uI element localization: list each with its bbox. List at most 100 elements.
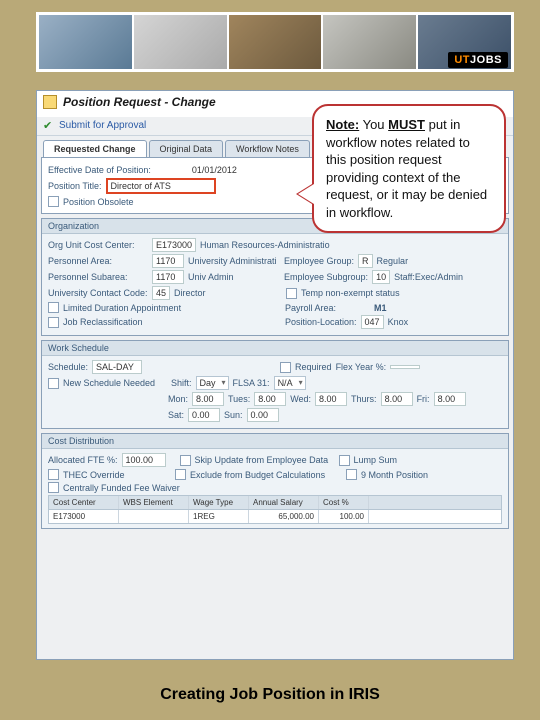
position-location-desc: Knox — [388, 317, 409, 327]
tab-requested-change[interactable]: Requested Change — [43, 140, 147, 157]
nine-month-checkbox[interactable] — [346, 469, 357, 480]
temp-nonexempt-checkbox[interactable] — [286, 288, 297, 299]
lump-sum-checkbox[interactable] — [339, 455, 350, 466]
univ-contact-desc: Director — [174, 288, 282, 298]
schedule-label: Schedule: — [48, 362, 88, 372]
univ-contact-input[interactable]: 45 — [152, 286, 170, 300]
organization-panel: Organization Org Unit Cost Center: E1730… — [41, 218, 509, 336]
col-wbs: WBS Element — [119, 496, 189, 509]
cost-distribution-section-title: Cost Distribution — [42, 434, 508, 449]
position-obsolete-checkbox[interactable] — [48, 196, 59, 207]
payroll-area-value: M1 — [374, 303, 387, 313]
limited-duration-checkbox[interactable] — [48, 302, 59, 313]
position-title-input[interactable]: Director of ATS — [106, 178, 216, 194]
col-cost-center: Cost Center — [49, 496, 119, 509]
shift-label: Shift: — [171, 378, 192, 388]
temp-nonexempt-label: Temp non-exempt status — [301, 288, 400, 298]
cost-grid-row[interactable]: E173000 1REG 65,000.00 100.00 — [48, 510, 502, 524]
banner-photo — [39, 15, 132, 69]
thec-override-checkbox[interactable] — [48, 469, 59, 480]
employee-subgroup-label: Employee Subgroup: — [284, 272, 368, 282]
fri-input[interactable]: 8.00 — [434, 392, 466, 406]
cell-cost-pct[interactable]: 100.00 — [319, 510, 369, 523]
thec-override-label: THEC Override — [63, 470, 171, 480]
employee-group-input[interactable]: R — [358, 254, 373, 268]
banner-photo — [229, 15, 322, 69]
centrally-funded-checkbox[interactable] — [48, 482, 59, 493]
col-wage-type: Wage Type — [189, 496, 249, 509]
org-unit-input[interactable]: E173000 — [152, 238, 196, 252]
job-reclass-label: Job Reclassification — [63, 317, 281, 327]
position-obsolete-label: Position Obsolete — [63, 197, 134, 207]
shift-select[interactable]: Day — [196, 376, 229, 390]
employee-subgroup-input[interactable]: 10 — [372, 270, 390, 284]
personnel-area-label: Personnel Area: — [48, 256, 148, 266]
required-label: Required — [295, 362, 332, 372]
org-unit-label: Org Unit Cost Center: — [48, 240, 148, 250]
flex-year-input[interactable] — [390, 365, 420, 369]
personnel-area-input[interactable]: 1170 — [152, 254, 184, 268]
limited-duration-label: Limited Duration Appointment — [63, 303, 281, 313]
wed-input[interactable]: 8.00 — [315, 392, 347, 406]
exclude-budget-label: Exclude from Budget Calculations — [190, 470, 342, 480]
skip-update-checkbox[interactable] — [180, 455, 191, 466]
wed-label: Wed: — [290, 394, 311, 404]
payroll-area-label: Payroll Area: — [285, 303, 336, 313]
flsa-select[interactable]: N/A — [274, 376, 306, 390]
job-reclass-checkbox[interactable] — [48, 317, 59, 328]
new-schedule-checkbox[interactable] — [48, 378, 59, 389]
work-schedule-section-title: Work Schedule — [42, 341, 508, 356]
fri-label: Fri: — [417, 394, 430, 404]
sun-input[interactable]: 0.00 — [247, 408, 279, 422]
sat-label: Sat: — [168, 410, 184, 420]
employee-group-label: Employee Group: — [284, 256, 354, 266]
personnel-area-desc: University Administrati — [188, 256, 280, 266]
note-label: Note: — [326, 117, 359, 132]
cell-annual-salary[interactable]: 65,000.00 — [249, 510, 319, 523]
employee-group-desc: Regular — [377, 256, 409, 266]
cost-grid-header: Cost Center WBS Element Wage Type Annual… — [48, 495, 502, 510]
org-unit-desc: Human Resources-Administratio — [200, 240, 330, 250]
document-icon — [43, 95, 57, 109]
tab-original-data[interactable]: Original Data — [149, 140, 224, 157]
personnel-subarea-input[interactable]: 1170 — [152, 270, 184, 284]
required-checkbox[interactable] — [280, 362, 291, 373]
note-text-before: You — [359, 117, 388, 132]
sun-label: Sun: — [224, 410, 243, 420]
submit-approval-link[interactable]: Submit for Approval — [59, 120, 146, 131]
col-cost-pct: Cost % — [319, 496, 369, 509]
sat-input[interactable]: 0.00 — [188, 408, 220, 422]
tue-label: Tues: — [228, 394, 250, 404]
schedule-input[interactable]: SAL-DAY — [92, 360, 142, 374]
cell-wage-type[interactable]: 1REG — [189, 510, 249, 523]
work-schedule-panel: Work Schedule Schedule: SAL-DAY Required… — [41, 340, 509, 429]
personnel-subarea-label: Personnel Subarea: — [48, 272, 148, 282]
cost-distribution-panel: Cost Distribution Allocated FTE %: 100.0… — [41, 433, 509, 529]
flsa-label: FLSA 31: — [233, 378, 270, 388]
note-callout: Note: You MUST put in workflow notes rel… — [312, 104, 506, 233]
cell-wbs[interactable] — [119, 510, 189, 523]
position-title-label: Position Title: — [48, 181, 102, 191]
note-must: MUST — [388, 117, 425, 132]
slide-caption: Creating Job Position in IRIS — [0, 686, 540, 704]
tue-input[interactable]: 8.00 — [254, 392, 286, 406]
skip-update-label: Skip Update from Employee Data — [195, 455, 335, 465]
tab-workflow-notes[interactable]: Workflow Notes — [225, 140, 310, 157]
allocated-fte-label: Allocated FTE %: — [48, 455, 118, 465]
mon-label: Mon: — [168, 394, 188, 404]
page-title: Position Request - Change — [63, 95, 216, 109]
col-annual-salary: Annual Salary — [249, 496, 319, 509]
effective-date-value: 01/01/2012 — [189, 164, 240, 176]
banner-photo — [134, 15, 227, 69]
flex-year-label: Flex Year %: — [336, 362, 387, 372]
personnel-subarea-desc: Univ Admin — [188, 272, 280, 282]
banner-photo — [323, 15, 416, 69]
mon-input[interactable]: 8.00 — [192, 392, 224, 406]
note-text-after: put in workflow notes related to this po… — [326, 117, 487, 220]
allocated-fte-input[interactable]: 100.00 — [122, 453, 166, 467]
exclude-budget-checkbox[interactable] — [175, 469, 186, 480]
thu-input[interactable]: 8.00 — [381, 392, 413, 406]
cell-cost-center[interactable]: E173000 — [49, 510, 119, 523]
position-location-input[interactable]: 047 — [361, 315, 384, 329]
nine-month-label: 9 Month Position — [361, 470, 428, 480]
